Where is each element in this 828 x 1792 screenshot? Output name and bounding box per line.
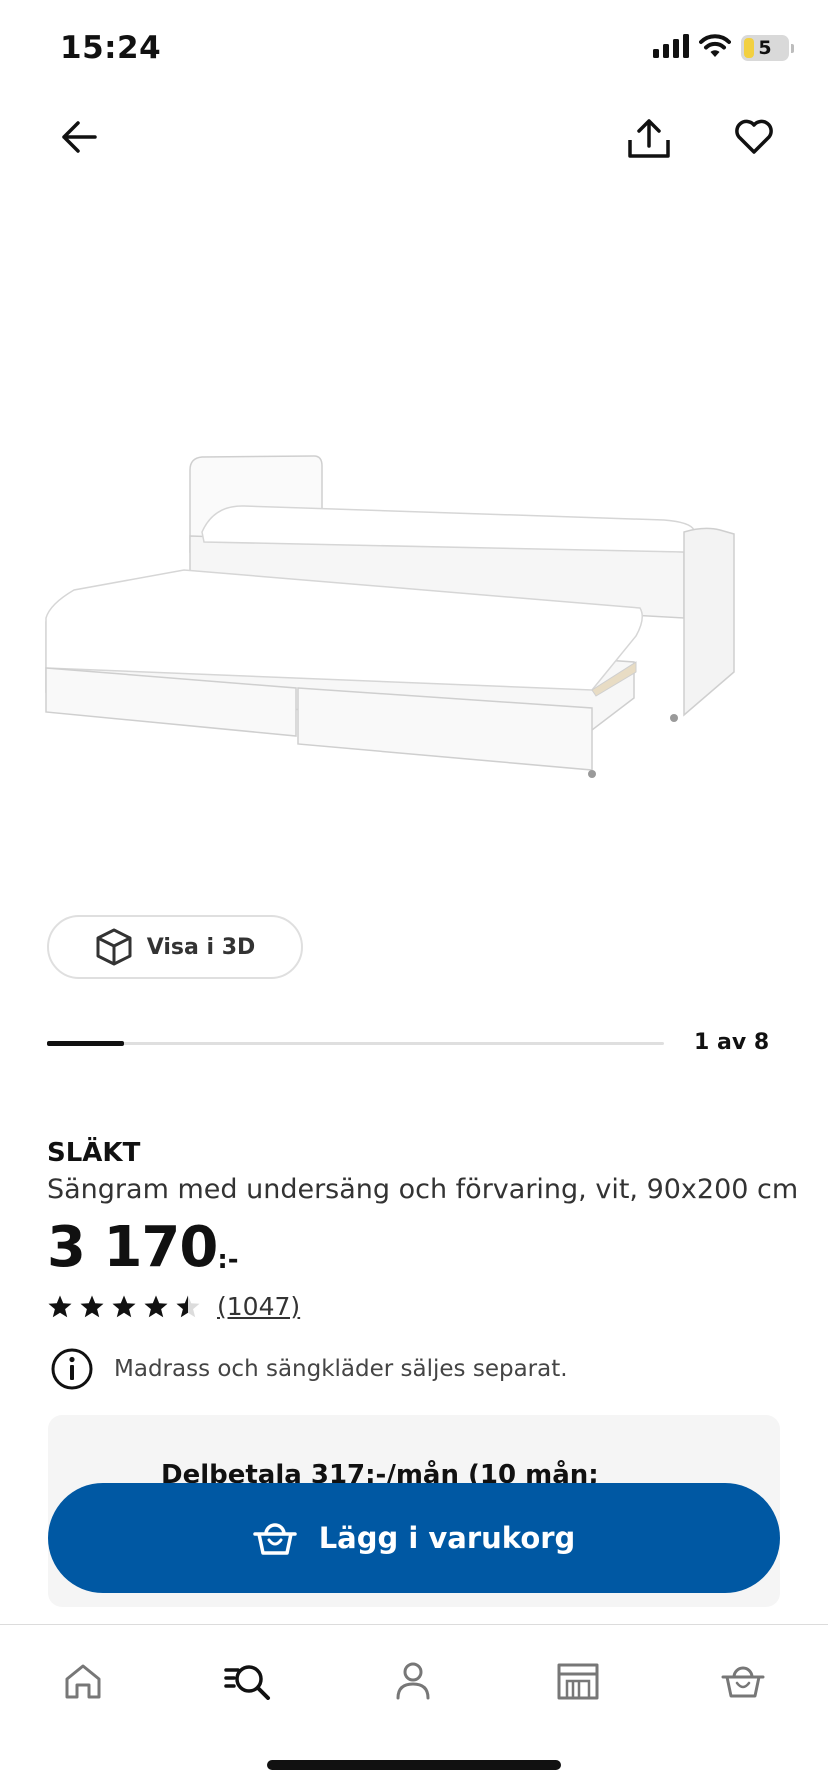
review-count-link[interactable]: (1047) (217, 1292, 300, 1321)
view-3d-button[interactable]: Visa i 3D (47, 915, 303, 979)
status-bar: 15:24 5 (0, 0, 828, 100)
star-icon (144, 1295, 168, 1318)
star-icon (176, 1295, 200, 1318)
signal-icon (653, 34, 689, 62)
heart-icon (735, 119, 773, 154)
search-icon (224, 1665, 270, 1700)
tab-profile[interactable] (383, 1651, 443, 1711)
product-description: Sängram med undersäng och förvaring, vit… (47, 1174, 799, 1205)
share-button[interactable] (626, 114, 672, 164)
star-icon (80, 1295, 104, 1318)
wifi-icon (699, 34, 731, 62)
star-icon (48, 1295, 72, 1318)
product-image[interactable] (44, 440, 784, 780)
store-icon (557, 1663, 599, 1700)
home-icon (65, 1664, 101, 1699)
person-icon (396, 1662, 430, 1700)
basket-icon (721, 1666, 765, 1698)
rating-stars (47, 1294, 201, 1319)
back-button[interactable] (56, 114, 102, 160)
gallery-progress-track (47, 1041, 664, 1046)
battery-icon: 5 (741, 35, 789, 61)
favorite-button[interactable] (730, 114, 778, 160)
view-3d-label: Visa i 3D (146, 934, 256, 960)
product-price: 3 170 :- (47, 1215, 239, 1280)
status-time: 15:24 (60, 30, 162, 66)
tab-cart[interactable] (713, 1651, 773, 1711)
bed-illustration (45, 455, 735, 778)
cube-icon (96, 928, 132, 966)
star-icon (112, 1295, 136, 1318)
home-indicator[interactable] (267, 1760, 561, 1770)
status-icons: 5 (653, 34, 794, 62)
price-value: 3 170 (47, 1215, 218, 1280)
info-icon (51, 1348, 93, 1390)
notice-text: Madrass och sängkläder säljes separat. (114, 1356, 568, 1382)
price-suffix: :- (217, 1245, 239, 1275)
product-rating[interactable]: (1047) (47, 1292, 300, 1321)
gallery-progress-fill (47, 1041, 125, 1046)
add-to-cart-label: Lägg i varukorg (318, 1521, 576, 1555)
tab-home[interactable] (53, 1651, 113, 1711)
tab-search[interactable] (218, 1651, 278, 1711)
add-to-cart-button[interactable]: Lägg i varukorg (48, 1483, 780, 1593)
share-icon (628, 119, 670, 158)
battery-level: 5 (758, 37, 772, 59)
basket-icon (252, 1523, 297, 1555)
separate-sale-notice: Madrass och sängkläder säljes separat. (50, 1347, 568, 1391)
tab-store[interactable] (548, 1651, 608, 1711)
gallery-counter: 1 av 8 (694, 1030, 770, 1055)
product-name: SLÄKT (47, 1138, 141, 1168)
back-arrow-icon (62, 121, 97, 153)
